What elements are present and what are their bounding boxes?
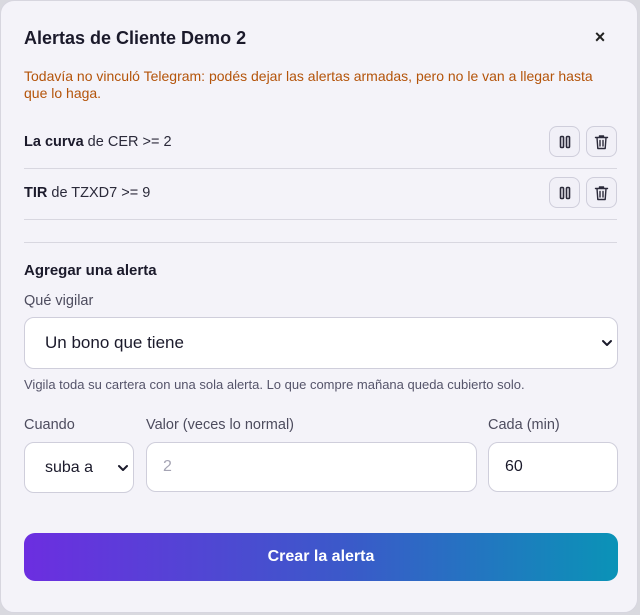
- when-select[interactable]: suba a: [24, 442, 134, 493]
- watch-select[interactable]: Un bono que tiene: [24, 317, 618, 369]
- value-input-placeholder: 2: [163, 458, 172, 475]
- delete-alert-button[interactable]: [586, 177, 617, 208]
- add-alert-heading: Agregar una alerta: [24, 262, 157, 279]
- alert-metric: TIR: [24, 185, 48, 201]
- value-input[interactable]: 2: [146, 442, 477, 492]
- trash-icon: [594, 134, 609, 149]
- every-input-value: 60: [505, 458, 523, 475]
- when-select-value: suba a: [45, 458, 94, 476]
- alert-metric: La curva: [24, 134, 84, 150]
- alert-description: La curva de CER >= 2: [24, 134, 172, 150]
- dialog-title: Alertas de Cliente Demo 2: [24, 28, 247, 48]
- alert-row: TIR de TZXD7 >= 9: [24, 168, 617, 220]
- close-icon: ×: [594, 27, 606, 47]
- section-divider: [24, 242, 617, 243]
- alert-description: TIR de TZXD7 >= 9: [24, 185, 150, 201]
- every-label: Cada (min): [488, 417, 560, 433]
- pause-alert-button[interactable]: [549, 177, 580, 208]
- when-label: Cuando: [24, 417, 75, 433]
- alerts-dialog: Alertas de Cliente Demo 2 × Todavía no v…: [0, 0, 638, 613]
- close-button[interactable]: ×: [589, 27, 611, 49]
- telegram-warning: Todavía no vinculó Telegram: podés dejar…: [24, 68, 593, 101]
- trash-icon: [594, 185, 609, 200]
- watch-select-value: Un bono que tiene: [45, 333, 184, 352]
- alert-condition: de CER >= 2: [83, 134, 172, 150]
- create-alert-button[interactable]: Crear la alerta: [24, 533, 618, 581]
- pause-alert-button[interactable]: [549, 126, 580, 157]
- delete-alert-button[interactable]: [586, 126, 617, 157]
- alert-condition: de TZXD7 >= 9: [47, 185, 151, 201]
- every-input[interactable]: 60: [488, 442, 618, 492]
- value-label: Valor (veces lo normal): [146, 417, 295, 433]
- chevron-down-icon: [118, 464, 128, 471]
- pause-icon: [559, 186, 570, 199]
- pause-icon: [559, 135, 570, 148]
- watch-hint: Vigila toda su cartera con una sola aler…: [24, 377, 525, 392]
- watch-label: Qué vigilar: [24, 293, 94, 309]
- chevron-down-icon: [602, 340, 612, 346]
- alert-row: La curva de CER >= 2: [24, 117, 617, 169]
